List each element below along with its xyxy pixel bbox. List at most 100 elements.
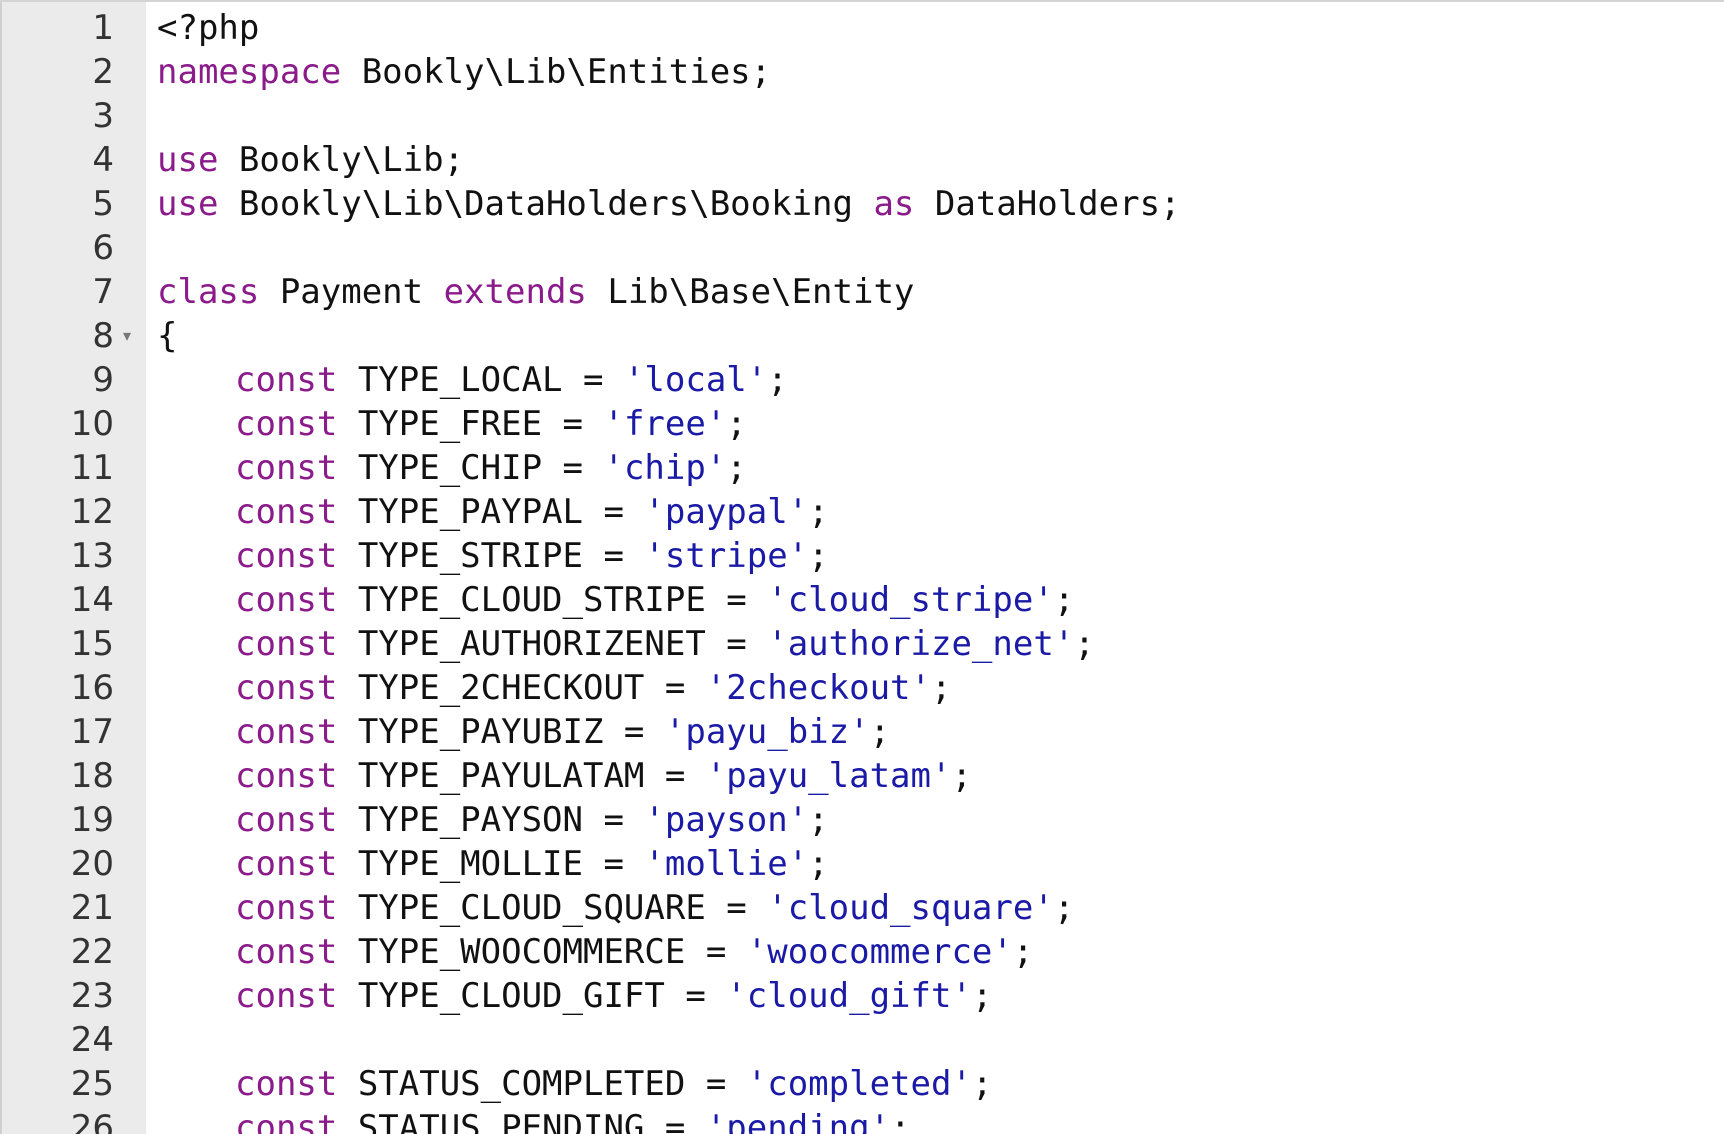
line-code: const TYPE_PAYUBIZ = 'payu_biz'; bbox=[157, 710, 890, 754]
keyword-token: const bbox=[235, 932, 338, 972]
keyword-token: const bbox=[235, 360, 338, 400]
code-line[interactable]: 3 bbox=[0, 94, 1724, 138]
keyword-token: const bbox=[235, 888, 338, 928]
code-line[interactable]: 8 ▾ { bbox=[0, 314, 1724, 358]
line-number: 2 bbox=[92, 52, 114, 92]
code-token: STATUS_COMPLETED = bbox=[337, 1064, 747, 1104]
keyword-token: const bbox=[235, 492, 338, 532]
line-number: 21 bbox=[70, 888, 114, 928]
code-token: TYPE_MOLLIE = bbox=[337, 844, 645, 884]
keyword-token: const bbox=[235, 756, 338, 796]
line-number: 12 bbox=[70, 492, 114, 532]
line-number: 25 bbox=[70, 1064, 114, 1104]
code-line[interactable]: 25 const STATUS_COMPLETED = 'completed'; bbox=[0, 1062, 1724, 1106]
string-token: 'payu_biz' bbox=[664, 712, 870, 752]
code-token: ; bbox=[971, 1064, 993, 1104]
keyword-token: const bbox=[235, 1064, 338, 1104]
code-token: TYPE_PAYPAL = bbox=[337, 492, 645, 532]
string-token: 'woocommerce' bbox=[746, 932, 1013, 972]
keyword-token: namespace bbox=[157, 52, 342, 92]
line-code: use Bookly\Lib; bbox=[157, 138, 464, 182]
code-token: ; bbox=[808, 800, 829, 840]
line-number: 16 bbox=[70, 668, 114, 708]
code-token: ; bbox=[726, 448, 747, 488]
code-line[interactable]: 20 const TYPE_MOLLIE = 'mollie'; bbox=[0, 842, 1724, 886]
code-lines: 1 <?php 2 namespace Bookly\Lib\Entities; 3 4 u… bbox=[0, 6, 1724, 1134]
code-token: ; bbox=[808, 492, 829, 532]
code-token: ; bbox=[1053, 888, 1075, 928]
code-token: TYPE_WOOCOMMERCE = bbox=[337, 932, 747, 972]
keyword-token: const bbox=[235, 668, 338, 708]
line-code: const TYPE_CHIP = 'chip'; bbox=[157, 446, 747, 490]
line-code: const TYPE_AUTHORIZENET = 'authorize_net… bbox=[157, 622, 1095, 666]
code-line[interactable]: 18 const TYPE_PAYULATAM = 'payu_latam'; bbox=[0, 754, 1724, 798]
line-number: 15 bbox=[70, 624, 114, 664]
code-editor[interactable]: 1 <?php 2 namespace Bookly\Lib\Entities; 3 4 u… bbox=[0, 0, 1724, 1134]
code-token: TYPE_PAYSON = bbox=[337, 800, 645, 840]
code-line[interactable]: 17 const TYPE_PAYUBIZ = 'payu_biz'; bbox=[0, 710, 1724, 754]
string-token: 'paypal' bbox=[644, 492, 809, 532]
line-code: { bbox=[157, 314, 177, 358]
code-token: TYPE_PAYULATAM = bbox=[337, 756, 706, 796]
keyword-token: use bbox=[157, 140, 219, 180]
line-number: 10 bbox=[70, 404, 114, 444]
keyword-token: const bbox=[235, 1108, 338, 1134]
code-line[interactable]: 10 const TYPE_FREE = 'free'; bbox=[0, 402, 1724, 446]
code-line[interactable]: 5 use Bookly\Lib\DataHolders\Booking as D… bbox=[0, 182, 1724, 226]
line-number: 19 bbox=[70, 800, 114, 840]
code-token: { bbox=[157, 316, 178, 356]
code-line[interactable]: 26 const STATUS_PENDING = 'pending'; bbox=[0, 1106, 1724, 1134]
string-token: 'local' bbox=[623, 360, 768, 400]
code-line[interactable]: 14 const TYPE_CLOUD_STRIPE = 'cloud_strip… bbox=[0, 578, 1724, 622]
code-line[interactable]: 16 const TYPE_2CHECKOUT = '2checkout'; bbox=[0, 666, 1724, 710]
code-line[interactable]: 22 const TYPE_WOOCOMMERCE = 'woocommerce'… bbox=[0, 930, 1724, 974]
line-number: 18 bbox=[70, 756, 114, 796]
code-token: TYPE_PAYUBIZ = bbox=[337, 712, 665, 752]
line-number: 17 bbox=[70, 712, 114, 752]
line-number: 6 bbox=[92, 228, 114, 268]
line-number: 9 bbox=[92, 360, 114, 400]
code-line[interactable]: 15 const TYPE_AUTHORIZENET = 'authorize_n… bbox=[0, 622, 1724, 666]
code-line[interactable]: 11 const TYPE_CHIP = 'chip'; bbox=[0, 446, 1724, 490]
code-token: ; bbox=[890, 1108, 911, 1134]
code-token: <?php bbox=[157, 8, 260, 48]
code-line[interactable]: 23 const TYPE_CLOUD_GIFT = 'cloud_gift'; bbox=[0, 974, 1724, 1018]
string-token: 'mollie' bbox=[644, 844, 809, 884]
keyword-token: const bbox=[235, 448, 338, 488]
keyword-token: const bbox=[235, 624, 338, 664]
code-token: ; bbox=[951, 756, 972, 796]
line-code: const TYPE_LOCAL = 'local'; bbox=[157, 358, 788, 402]
code-line[interactable]: 1 <?php bbox=[0, 6, 1724, 50]
keyword-token: const bbox=[235, 976, 338, 1016]
code-token: ; bbox=[1012, 932, 1034, 972]
code-line[interactable]: 12 const TYPE_PAYPAL = 'paypal'; bbox=[0, 490, 1724, 534]
line-code: const TYPE_FREE = 'free'; bbox=[157, 402, 747, 446]
code-token: ; bbox=[726, 404, 747, 444]
code-line[interactable]: 4 use Bookly\Lib; bbox=[0, 138, 1724, 182]
line-number: 14 bbox=[70, 580, 114, 620]
code-token: TYPE_2CHECKOUT = bbox=[337, 668, 706, 708]
code-line[interactable]: 24 bbox=[0, 1018, 1724, 1062]
code-token: Payment bbox=[259, 272, 444, 312]
code-token: TYPE_CLOUD_STRIPE = bbox=[337, 580, 768, 620]
string-token: 'payson' bbox=[644, 800, 809, 840]
code-token: TYPE_CLOUD_GIFT = bbox=[337, 976, 727, 1016]
line-code: const TYPE_CLOUD_GIFT = 'cloud_gift'; bbox=[157, 974, 992, 1018]
string-token: 'authorize_net' bbox=[767, 624, 1075, 664]
code-line[interactable]: 19 const TYPE_PAYSON = 'payson'; bbox=[0, 798, 1724, 842]
code-line[interactable]: 2 namespace Bookly\Lib\Entities; bbox=[0, 50, 1724, 94]
code-token: ; bbox=[869, 712, 891, 752]
code-token: STATUS_PENDING = bbox=[337, 1108, 706, 1134]
code-line[interactable]: 7 class Payment extends Lib\Base\Entity bbox=[0, 270, 1724, 314]
string-token: 'chip' bbox=[603, 448, 727, 488]
code-line[interactable]: 6 bbox=[0, 226, 1724, 270]
code-line[interactable]: 13 const TYPE_STRIPE = 'stripe'; bbox=[0, 534, 1724, 578]
line-code: use Bookly\Lib\DataHolders\Booking as Da… bbox=[157, 182, 1181, 226]
code-line[interactable]: 9 const TYPE_LOCAL = 'local'; bbox=[0, 358, 1724, 402]
keyword-token: const bbox=[235, 712, 338, 752]
code-token: ; bbox=[1074, 624, 1095, 664]
caret-down-icon[interactable]: ▾ bbox=[123, 314, 131, 358]
code-line[interactable]: 21 const TYPE_CLOUD_SQUARE = 'cloud_squar… bbox=[0, 886, 1724, 930]
code-token: TYPE_FREE = bbox=[337, 404, 604, 444]
line-code: <?php bbox=[157, 6, 259, 50]
